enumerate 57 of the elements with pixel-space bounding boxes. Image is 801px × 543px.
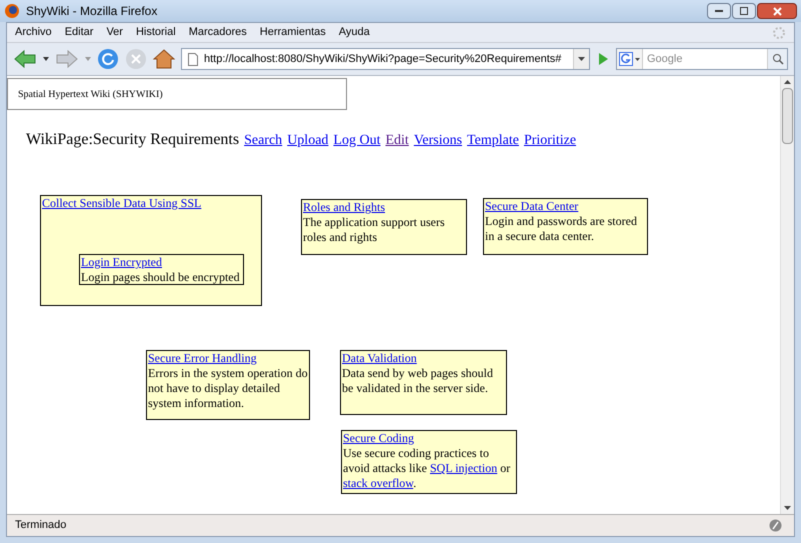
close-button[interactable] [757,3,797,19]
window-title: ShyWiki - Mozilla Firefox [26,3,158,20]
nav-link[interactable]: Upload [287,130,328,151]
reload-icon[interactable] [97,48,119,70]
card-title-link[interactable]: Secure Error Handling [148,351,308,366]
dropdown-caret-icon[interactable] [578,57,585,61]
menu-item[interactable]: Ver [106,24,123,41]
home-icon[interactable] [153,48,175,70]
menu-item[interactable]: Herramientas [260,24,326,41]
card-title-link[interactable]: Roles and Rights [303,200,465,215]
card-text: Data send by web pages should be validated in the server side. [342,366,494,396]
nav-link[interactable]: Template [467,130,519,151]
site-title: Spatial Hypertext Wiki (SHYWIKI) [18,88,163,102]
scroll-thumb[interactable] [782,88,793,144]
back-arrow-icon[interactable] [13,49,37,69]
url-text: http://localhost:8080/ShyWiki/ShyWiki?page=Security%20Requirements# [204,52,562,67]
maximize-button[interactable] [732,3,756,19]
search-icon[interactable] [772,53,784,65]
nav-link[interactable]: Edit [385,130,409,151]
page-icon [188,52,198,66]
scroll-down-icon[interactable] [784,506,791,510]
card-title-link[interactable]: Secure Coding [343,431,515,446]
search-input[interactable]: Google [643,50,767,68]
search-field[interactable]: Google [616,48,788,70]
address-bar[interactable]: http://localhost:8080/ShyWiki/ShyWiki?page=Security%20Requirements# [181,48,590,70]
scrollbar[interactable] [780,76,794,514]
google-g-icon [619,52,633,66]
minimize-button[interactable] [707,3,731,19]
menu-item[interactable]: Historial [136,24,176,41]
status-icon [769,519,782,532]
card-title-link[interactable]: Login Encrypted [81,255,242,270]
dropdown-caret-icon[interactable] [43,57,49,61]
status-text: Terminado [15,518,66,534]
card-title-link[interactable]: Collect Sensible Data Using SSL [42,196,260,211]
close-icon [772,6,782,16]
nav-link[interactable]: Versions [414,130,462,151]
scroll-up-icon[interactable] [784,80,791,84]
card-title-link[interactable]: Data Validation [342,351,505,366]
firefox-icon [4,3,20,19]
menu-item[interactable]: Archivo [15,24,52,41]
card-text: Use secure coding practices to avoid attacks like SQL injection or stack overflow. [343,446,512,491]
text-link[interactable]: SQL injection [430,461,498,475]
nav-link[interactable]: Search [244,130,282,151]
nav-link[interactable]: Prioritize [524,130,576,151]
page-title: WikiPage:Security Requirements [26,130,240,150]
card-text: Login and passwords are stored in a secure data center. [485,214,638,244]
card-text: Login pages should be encrypted [81,270,241,285]
menu-item[interactable]: Ayuda [338,24,370,41]
card-title-link[interactable]: Secure Data Center [485,199,646,214]
menu-item[interactable]: Marcadores [188,24,247,41]
throbber-icon [772,26,786,40]
card-text: Errors in the system operation do not have to display detailed system information. [148,366,308,411]
dropdown-caret-icon[interactable] [635,58,640,60]
menu-item[interactable]: Editar [64,24,94,41]
card-text: The application support users roles and rights [303,215,446,245]
text-link[interactable]: stack overflow [343,476,414,490]
nav-link[interactable]: Log Out [333,130,380,151]
